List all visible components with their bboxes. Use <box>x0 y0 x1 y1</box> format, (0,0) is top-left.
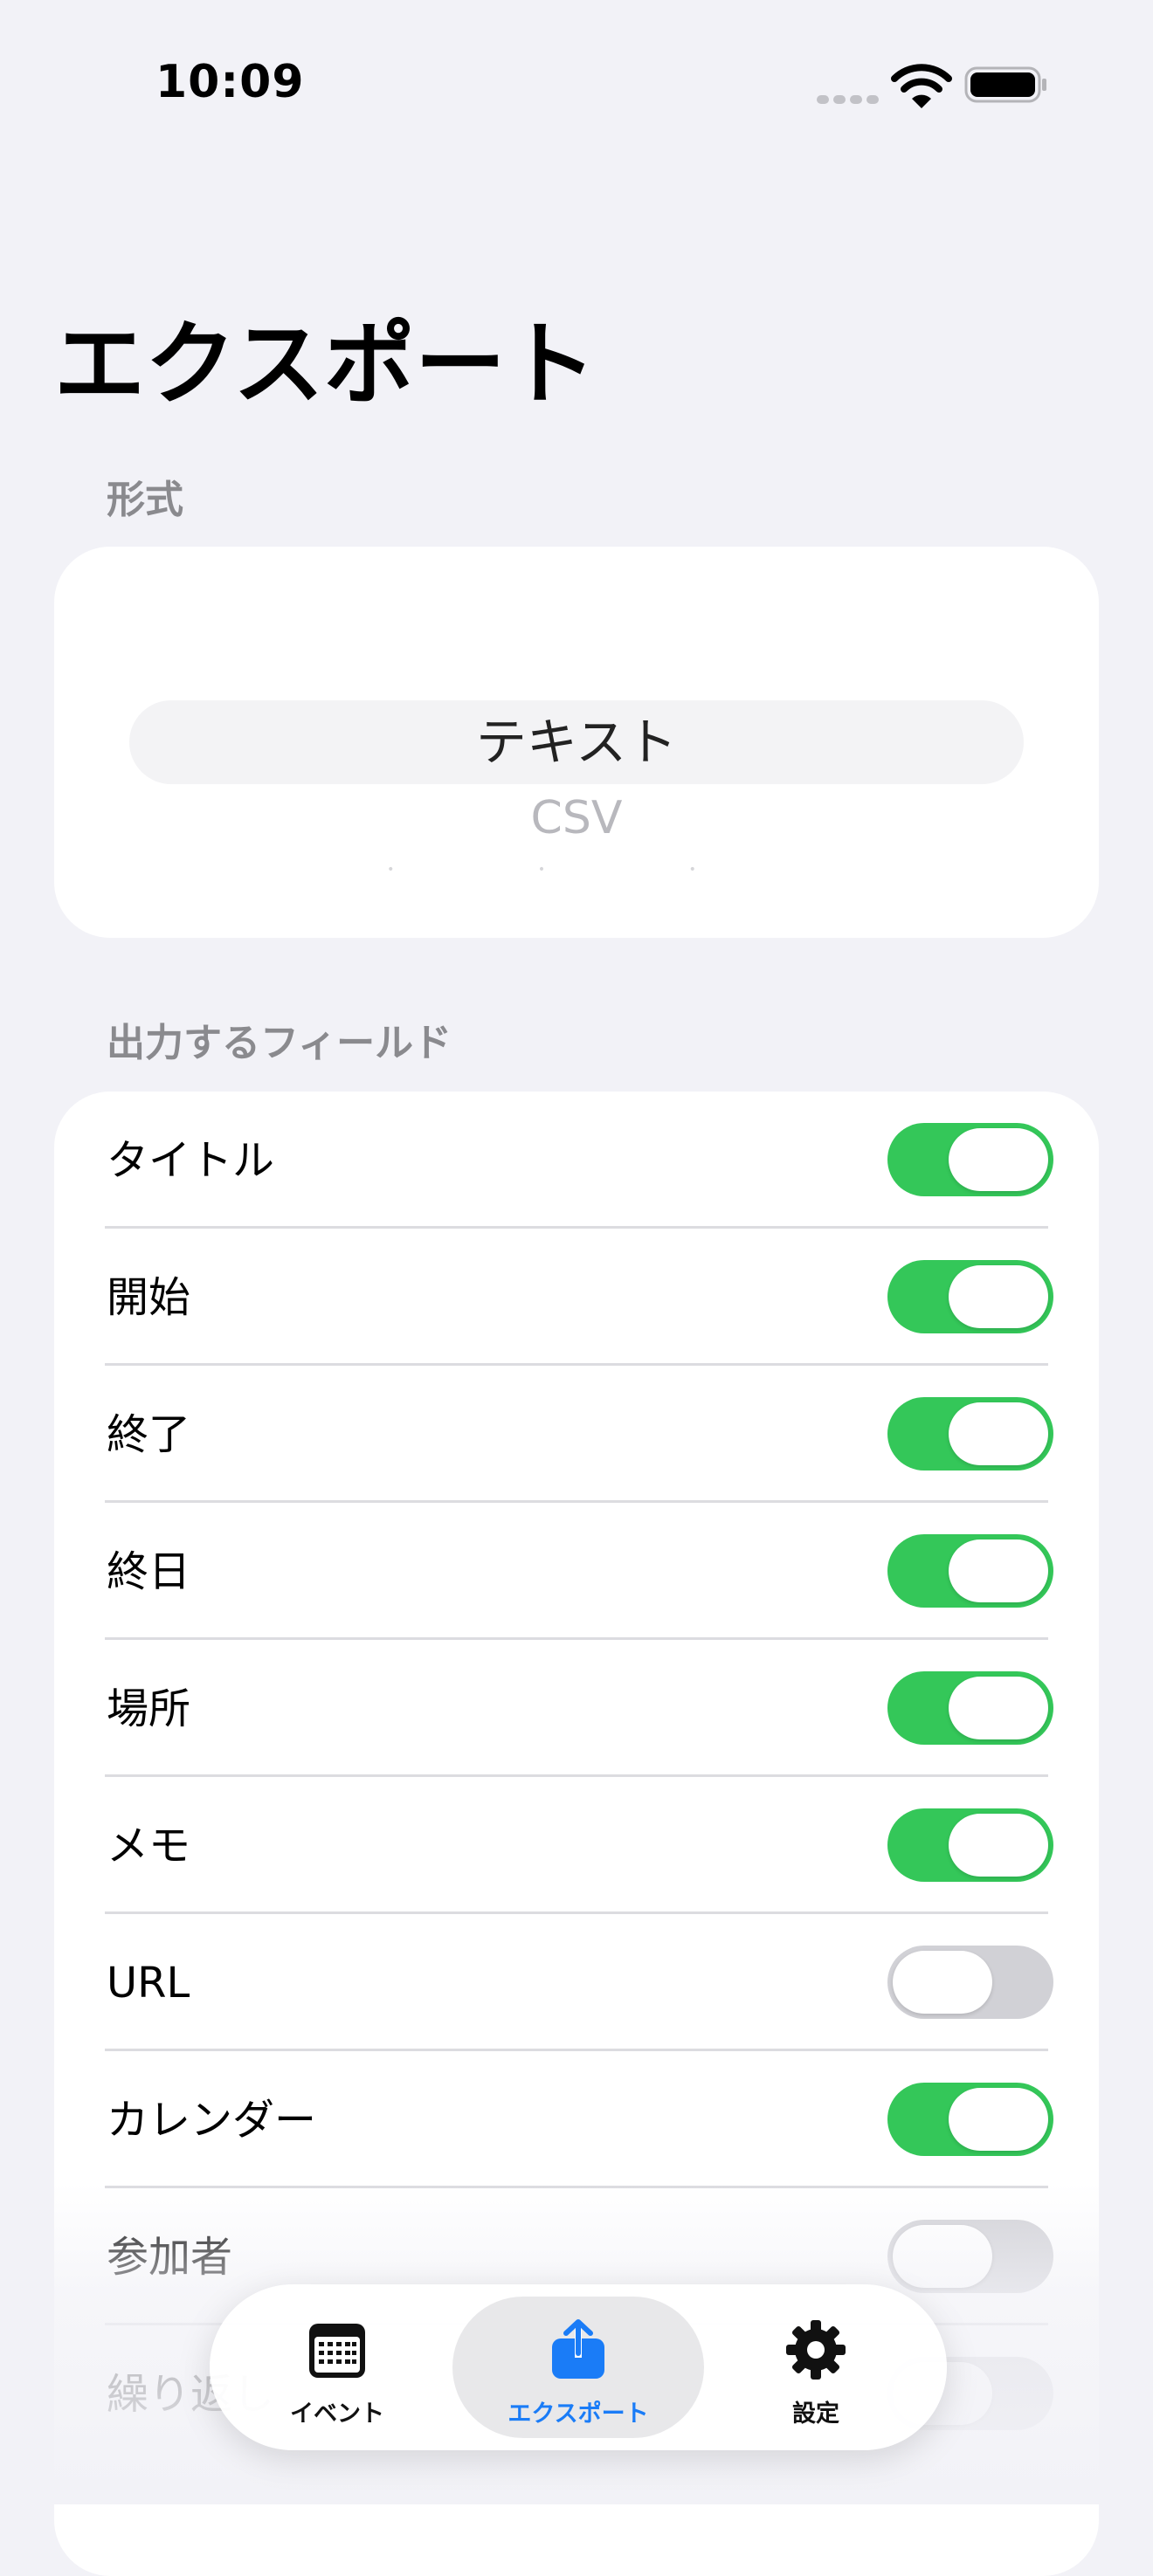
field-row-notes: メモ <box>54 1777 1099 1914</box>
toggle-knob <box>949 1814 1048 1877</box>
page-title: エクスポート <box>54 311 597 417</box>
share-icon <box>552 2319 604 2379</box>
toggle-knob <box>949 1128 1048 1191</box>
tab-export[interactable]: エクスポート <box>452 2297 704 2438</box>
toggle-knob <box>949 1265 1048 1328</box>
field-toggle-attendees[interactable] <box>887 2220 1053 2293</box>
field-row-all-day: 終日 <box>54 1503 1099 1640</box>
field-toggle-url[interactable] <box>887 1946 1053 2019</box>
toggle-knob <box>893 1951 992 2014</box>
toggle-knob <box>949 1539 1048 1602</box>
toggle-knob <box>893 2225 992 2288</box>
battery-icon <box>964 66 1046 103</box>
wifi-icon <box>891 64 952 108</box>
calendar-icon <box>309 2324 365 2378</box>
gear-icon <box>786 2320 846 2380</box>
tab-settings[interactable]: 設定 <box>734 2297 898 2438</box>
toggle-knob <box>949 1402 1048 1465</box>
field-toggle-notes[interactable] <box>887 1808 1053 1882</box>
field-toggle-all-day[interactable] <box>887 1534 1053 1608</box>
field-label: 終日 <box>107 1547 191 1596</box>
format-section-header: 形式 <box>107 478 183 522</box>
field-row-location: 場所 <box>54 1640 1099 1777</box>
tab-events[interactable]: イベント <box>255 2297 419 2438</box>
status-bar: 10:09 <box>0 0 1153 175</box>
field-row-url: URL <box>54 1914 1099 2051</box>
field-label: 参加者 <box>107 2233 233 2282</box>
field-label: 開始 <box>107 1273 191 1322</box>
field-label: 場所 <box>107 1684 191 1733</box>
field-row-title: タイトル <box>54 1092 1099 1229</box>
picker-option-selected[interactable]: テキスト <box>54 700 1099 784</box>
status-time: 10:09 <box>155 56 305 108</box>
field-toggle-calendar[interactable] <box>887 2083 1053 2156</box>
toggle-knob <box>949 2088 1048 2151</box>
field-toggle-end[interactable] <box>887 1397 1053 1471</box>
picker-option[interactable]: CSV <box>54 788 1099 849</box>
tab-label: イベント <box>290 2400 384 2428</box>
field-label: 終了 <box>107 1410 191 1459</box>
tab-label: 設定 <box>792 2400 839 2428</box>
picker-more-indicator: • • • <box>387 863 766 877</box>
toggle-knob <box>949 1677 1048 1739</box>
field-label: カレンダー <box>107 2096 317 2145</box>
field-label: メモ <box>107 1822 191 1870</box>
field-label: タイトル <box>107 1136 275 1185</box>
field-row-end: 終了 <box>54 1366 1099 1503</box>
field-toggle-start[interactable] <box>887 1260 1053 1333</box>
tab-label: エクスポート <box>507 2400 649 2428</box>
field-label: URL <box>107 1959 190 2008</box>
format-picker[interactable]: テキスト CSV • • • <box>54 547 1099 938</box>
field-toggle-title[interactable] <box>887 1123 1053 1196</box>
field-row-start: 開始 <box>54 1229 1099 1366</box>
fields-section-header: 出力するフィールド <box>107 1021 452 1065</box>
field-toggle-location[interactable] <box>887 1671 1053 1745</box>
tab-bar: イベント エクスポート 設定 <box>210 2284 947 2450</box>
cellular-signal-icon <box>817 91 883 107</box>
field-row-calendar: カレンダー <box>54 2051 1099 2188</box>
